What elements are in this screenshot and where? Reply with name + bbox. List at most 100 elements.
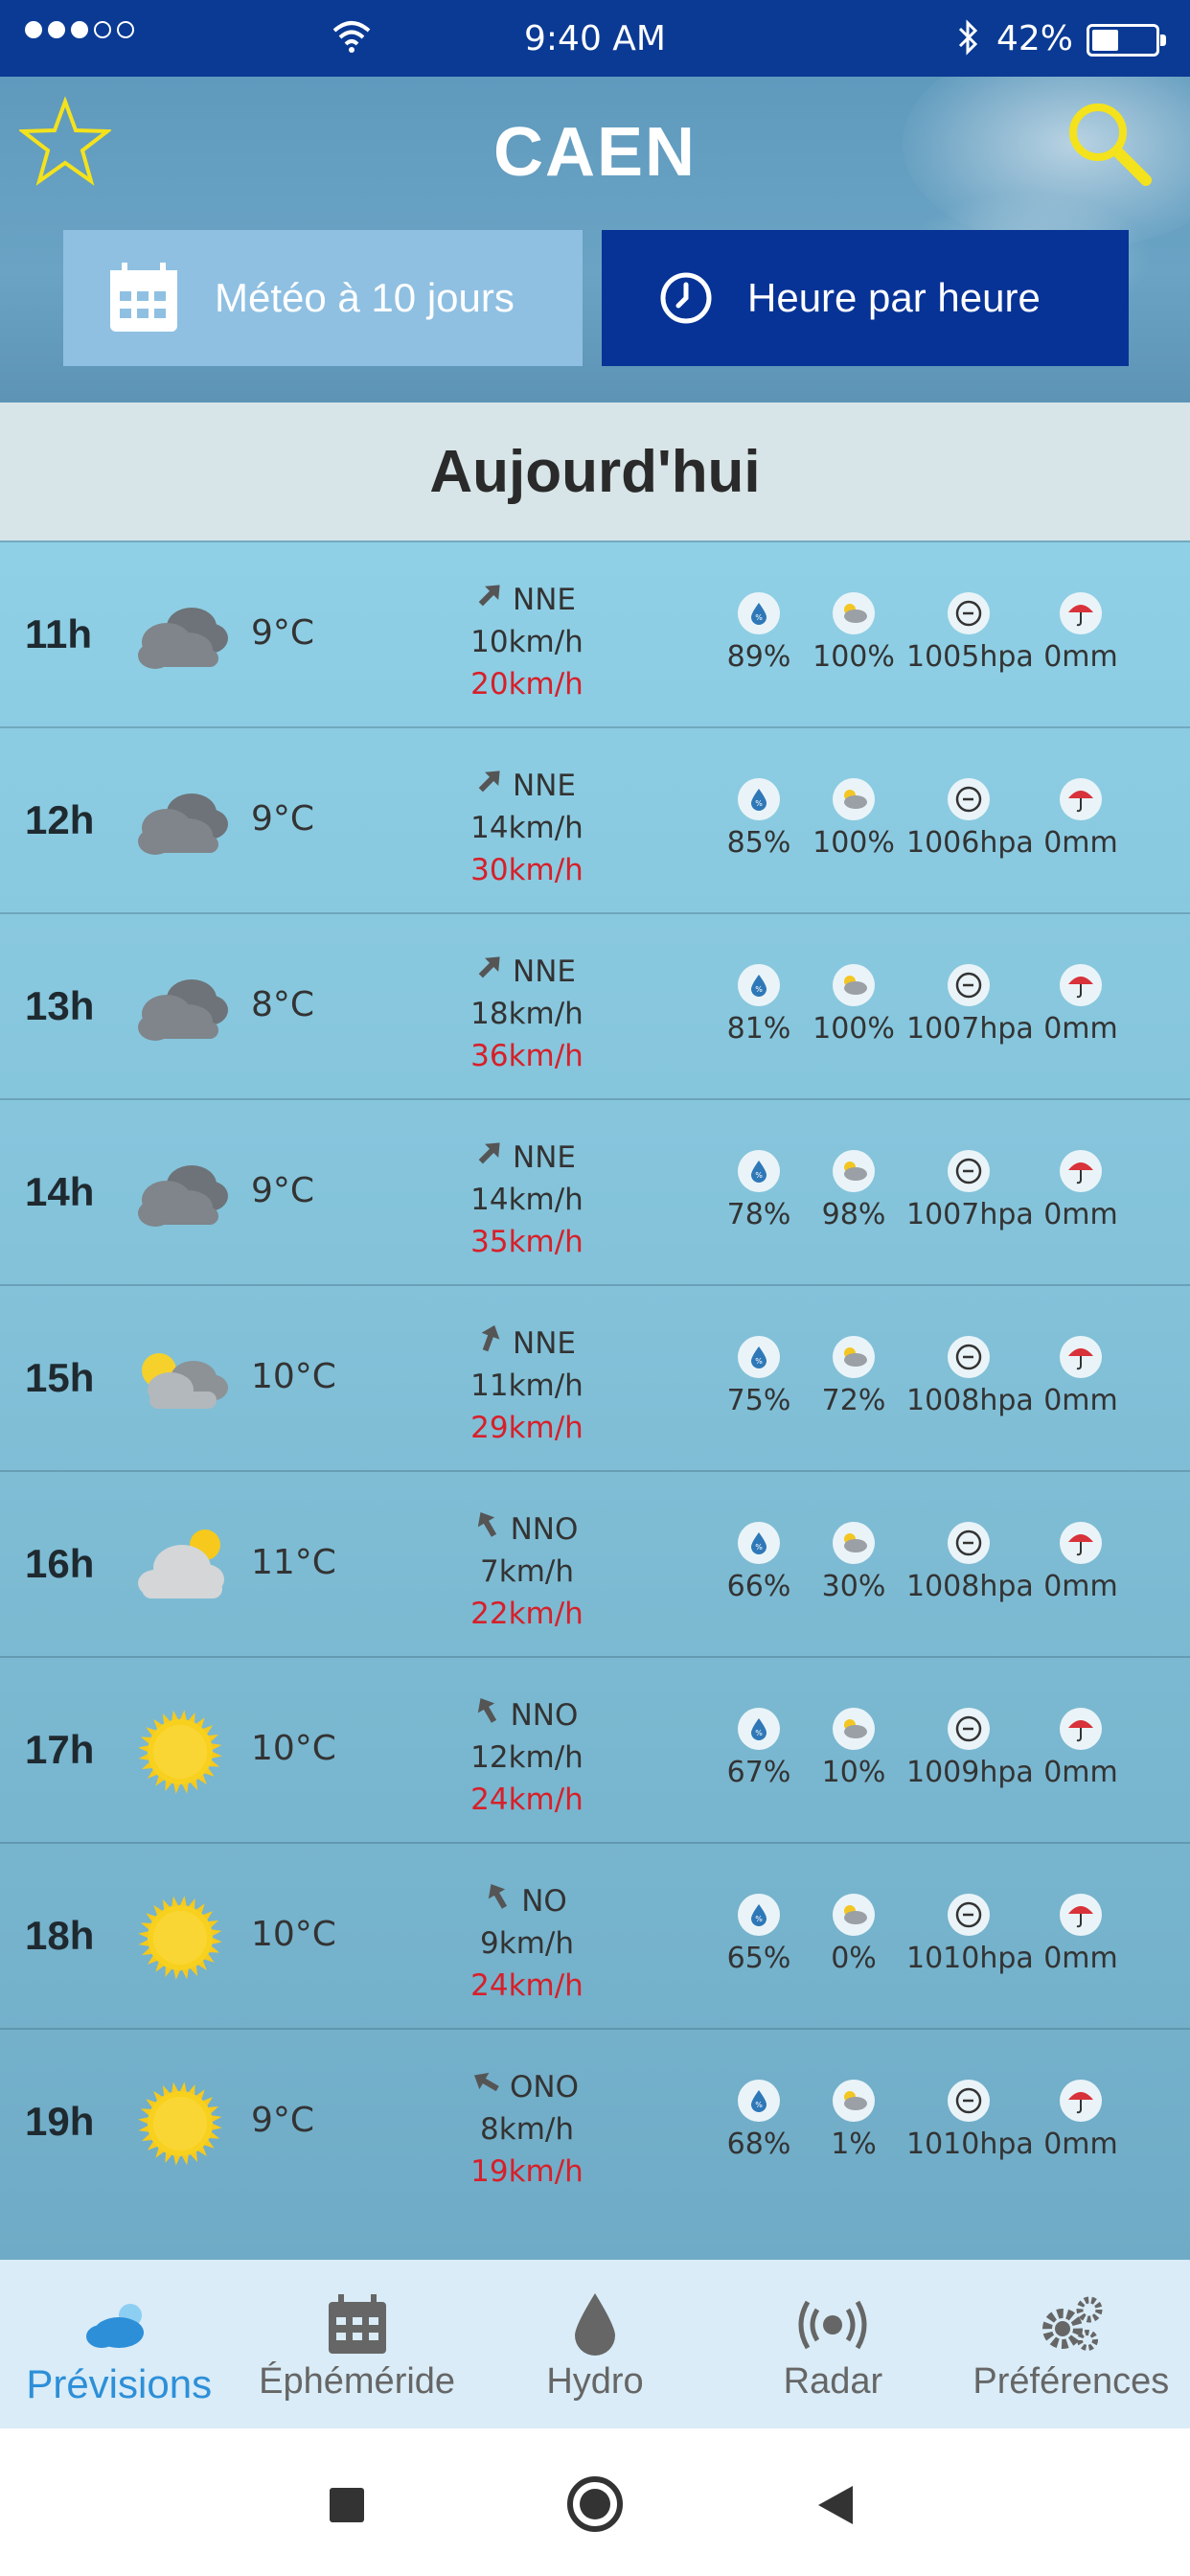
wind-direction: NNE [513,1140,576,1175]
row-wind: NNO 7km/h 22km/h [450,1508,604,1635]
rain-value: 0mm [1043,1384,1118,1417]
row-wind: NNO 12km/h 24km/h [450,1694,604,1821]
row-rain: 0mm [1042,1522,1119,1603]
clock-icon [657,260,715,336]
cloud-cover-value: 100% [812,640,895,674]
wind-gust: 24km/h [470,1782,584,1817]
row-rain: 0mm [1042,2080,1119,2161]
wind-direction-arrow-icon [478,1322,501,1365]
hour-row[interactable]: 14h 9°C NNE 14km/h 35km/h % 78% 98% 1007h… [0,1098,1190,1284]
umbrella-icon [1060,1522,1102,1564]
svg-text:%: % [755,613,763,622]
hour-row[interactable]: 15h 10°C NNE 11km/h 29km/h % 75% 72% 1008… [0,1284,1190,1470]
hour-row[interactable]: 12h 9°C NNE 14km/h 30km/h % 85% 100% 1006… [0,726,1190,912]
pressure-value: 1009hpa [906,1756,1034,1789]
row-temperature: 10°C [251,1915,336,1954]
ten-day-forecast-button[interactable]: Météo à 10 jours [63,230,583,366]
pressure-icon [948,1522,990,1564]
cloud-cover-icon [833,964,875,1006]
wind-speed: 9km/h [480,1926,574,1961]
home-button[interactable] [567,2476,623,2532]
row-hour: 13h [25,983,95,1028]
hour-row[interactable]: 17h 10°C NNO 12km/h 24km/h % 67% 10% 1009… [0,1656,1190,1842]
cloud-cover-value: 30% [821,1570,886,1603]
recents-button[interactable] [330,2488,364,2522]
row-rain: 0mm [1042,1894,1119,1975]
hour-row[interactable]: 16h 11°C NNO 7km/h 22km/h % 66% 30% 1008h… [0,1470,1190,1656]
pressure-icon [948,1150,990,1192]
cloud-cover-value: 1% [831,2128,877,2161]
humidity-icon: % [738,778,780,820]
mostly-cloudy-sun-icon [126,1512,234,1620]
hourly-forecast-button[interactable]: Heure par heure [602,230,1129,366]
humidity-icon: % [738,964,780,1006]
rain-value: 0mm [1043,1570,1118,1603]
nav-previsions[interactable]: Prévisions [0,2260,238,2428]
cloud-cover-icon [833,592,875,634]
wind-gust: 36km/h [470,1039,584,1073]
nav-preferences[interactable]: Préférences [952,2260,1190,2428]
pressure-value: 1008hpa [906,1384,1034,1417]
hour-row[interactable]: 19h 9°C ONO 8km/h 19km/h % 68% 1% 1010hpa… [0,2028,1190,2214]
ten-day-forecast-label: Météo à 10 jours [215,275,515,320]
hour-row[interactable]: 18h 10°C NO 9km/h 24km/h % 65% 0% 1010hpa… [0,1842,1190,2028]
system-nav-bar [0,2428,1190,2576]
svg-text:%: % [755,799,763,808]
row-humidity: % 66% [721,1522,797,1603]
wind-direction-arrow-icon [478,765,501,807]
nav-label: Hydro [546,2361,644,2402]
humidity-icon: % [738,1708,780,1750]
row-humidity: % 68% [721,2080,797,2161]
wind-speed: 8km/h [480,2112,574,2147]
cloud-cover-icon [833,1522,875,1564]
pressure-icon [948,1336,990,1378]
gears-icon [952,2287,1190,2363]
row-humidity: % 89% [721,592,797,674]
cloudy-icon [126,583,234,690]
humidity-value: 66% [726,1570,791,1603]
cloudy-icon [126,954,234,1062]
pressure-icon [948,592,990,634]
cloud-cover-icon [833,1708,875,1750]
row-pressure: 1010hpa [906,1894,1034,1975]
umbrella-icon [1060,592,1102,634]
pressure-value: 1007hpa [906,1198,1034,1231]
hour-row[interactable]: 13h 8°C NNE 18km/h 36km/h % 81% 100% 1007… [0,912,1190,1098]
day-label: Aujourd'hui [0,402,1190,540]
wind-direction: NNO [510,1512,579,1547]
row-rain: 0mm [1042,1150,1119,1231]
humidity-icon: % [738,1894,780,1936]
wind-direction-arrow-icon [476,1508,499,1551]
cloud-sun-icon [0,2287,238,2363]
battery-icon [1087,24,1166,57]
row-temperature: 9°C [251,2101,315,2140]
pressure-icon [948,778,990,820]
row-cloud-cover: 1% [811,2080,897,2161]
row-hour: 14h [25,1169,95,1214]
back-button[interactable] [818,2486,853,2524]
svg-text:%: % [755,2101,763,2109]
row-temperature: 11°C [251,1543,336,1582]
nav-ephemeride[interactable]: Éphéméride [238,2260,475,2428]
hour-row[interactable]: 11h 9°C NNE 10km/h 20km/h % 89% 100% 1005… [0,540,1190,726]
row-pressure: 1009hpa [906,1708,1034,1789]
row-cloud-cover: 10% [811,1708,897,1789]
row-cloud-cover: 100% [811,964,897,1046]
wind-direction-arrow-icon [478,951,501,993]
humidity-icon: % [738,2080,780,2122]
row-humidity: % 67% [721,1708,797,1789]
nav-hydro[interactable]: Hydro [476,2260,714,2428]
cloud-cover-value: 98% [821,1198,886,1231]
cloud-cover-value: 100% [812,1012,895,1046]
cloud-cover-value: 72% [821,1384,886,1417]
wind-direction: NNE [513,1326,576,1361]
row-rain: 0mm [1042,1708,1119,1789]
cloudy-icon [126,769,234,876]
row-pressure: 1008hpa [906,1336,1034,1417]
humidity-value: 68% [726,2128,791,2161]
nav-radar[interactable]: Radar [714,2260,951,2428]
row-hour: 18h [25,1913,95,1958]
hourly-list[interactable]: 11h 9°C NNE 10km/h 20km/h % 89% 100% 1005… [0,540,1190,2260]
search-icon[interactable] [1062,96,1157,192]
wind-gust: 19km/h [470,2154,584,2189]
